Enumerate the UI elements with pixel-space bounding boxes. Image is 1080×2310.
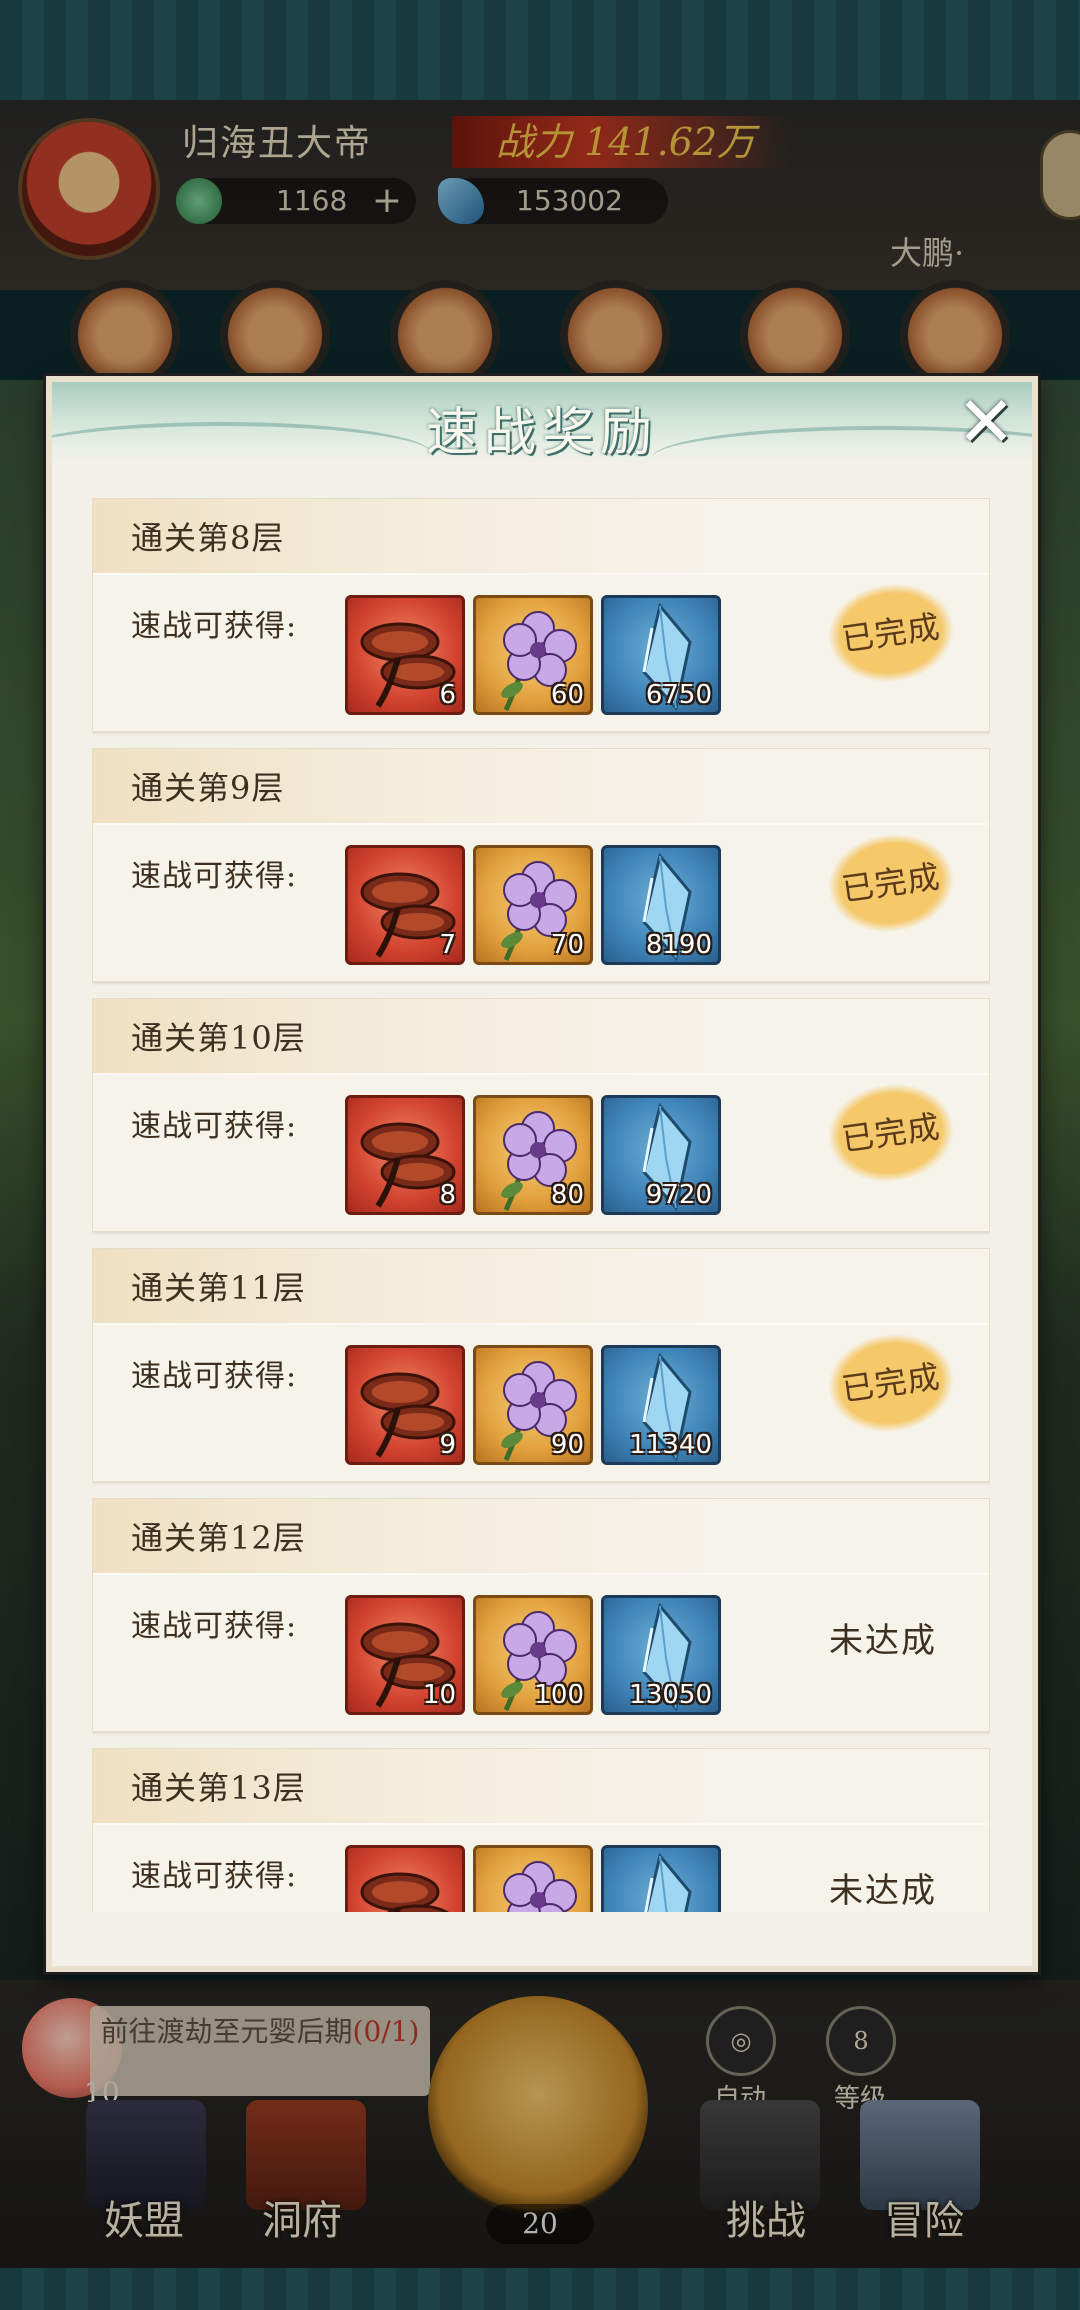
reward-row-header: 通关第9层 [93, 749, 989, 825]
reward-item-crystal[interactable]: 9720 [601, 1095, 721, 1215]
completion-status: 已完成 [822, 576, 960, 690]
reward-item-flower[interactable] [473, 1845, 593, 1912]
reward-item-flower[interactable]: 70 [473, 845, 593, 965]
item-count: 6750 [645, 680, 712, 710]
reward-label: 速战可获得: [131, 1609, 298, 1644]
completion-status: 未达成 [829, 1621, 937, 1661]
item-count: 100 [534, 1680, 584, 1710]
lingzhi-mushroom-icon [360, 1872, 449, 1912]
floor-title: 通关第9层 [131, 769, 285, 807]
reward-row-header: 通关第11层 [93, 1249, 989, 1325]
item-count: 10 [422, 1680, 456, 1710]
reward-label: 速战可获得: [131, 1359, 298, 1394]
completion-status: 已完成 [822, 1076, 960, 1190]
reward-item-flower[interactable]: 60 [473, 595, 593, 715]
reward-row: 通关第13层 速战可获得: 未达成 [92, 1748, 990, 1912]
reward-row: 通关第8层 速战可获得: 6 60 6750 已完成 [92, 498, 990, 732]
reward-list[interactable]: 通关第8层 速战可获得: 6 60 6750 已完成 通关第9层 速战可获得: … [92, 498, 990, 1912]
modal-header: 速战奖励 [52, 382, 1032, 462]
reward-row-header: 通关第12层 [93, 1499, 989, 1575]
speed-battle-reward-modal: 速战奖励 ✕ 通关第8层 速战可获得: 6 60 6750 已完成 通关第9层 … [46, 376, 1038, 1972]
close-x-icon[interactable]: ✕ [946, 382, 1026, 462]
reward-item-mushroom[interactable]: 8 [345, 1095, 465, 1215]
reward-item-crystal[interactable]: 11340 [601, 1345, 721, 1465]
reward-row: 通关第11层 速战可获得: 9 90 11340 已完成 [92, 1248, 990, 1482]
reward-item-crystal[interactable]: 13050 [601, 1595, 721, 1715]
reward-row-header: 通关第10层 [93, 999, 989, 1075]
reward-item-flower[interactable]: 100 [473, 1595, 593, 1715]
reward-row: 通关第9层 速战可获得: 7 70 8190 已完成 [92, 748, 990, 982]
reward-label: 速战可获得: [131, 1109, 298, 1144]
item-count: 8190 [645, 930, 712, 960]
reward-item-crystal[interactable]: 8190 [601, 845, 721, 965]
item-count: 9720 [645, 1180, 712, 1210]
completion-status: 未达成 [829, 1871, 937, 1911]
reward-item-flower[interactable]: 80 [473, 1095, 593, 1215]
modal-title: 速战奖励 [425, 403, 658, 462]
floor-title: 通关第13层 [131, 1769, 306, 1807]
reward-item-mushroom[interactable]: 9 [345, 1345, 465, 1465]
floor-title: 通关第10层 [131, 1019, 306, 1057]
reward-row: 通关第10层 速战可获得: 8 80 9720 已完成 [92, 998, 990, 1232]
floor-title: 通关第11层 [131, 1269, 306, 1307]
reward-row: 通关第12层 速战可获得: 10 100 13050 未达成 [92, 1498, 990, 1732]
item-count: 13050 [629, 1680, 712, 1710]
item-count: 11340 [629, 1430, 712, 1460]
reward-row-header: 通关第8层 [93, 499, 989, 575]
item-count: 6 [439, 680, 456, 710]
floor-title: 通关第8层 [131, 519, 285, 557]
item-count: 8 [439, 1180, 456, 1210]
reward-item-mushroom[interactable]: 6 [345, 595, 465, 715]
reward-item-flower[interactable]: 90 [473, 1345, 593, 1465]
reward-item-mushroom[interactable]: 7 [345, 845, 465, 965]
reward-item-mushroom[interactable]: 10 [345, 1595, 465, 1715]
completion-status: 已完成 [822, 1326, 960, 1440]
completion-status: 已完成 [822, 826, 960, 940]
item-count: 90 [550, 1430, 584, 1460]
floor-title: 通关第12层 [131, 1519, 306, 1557]
reward-item-crystal[interactable] [601, 1845, 721, 1912]
reward-label: 速战可获得: [131, 609, 298, 644]
reward-item-mushroom[interactable] [345, 1845, 465, 1912]
item-count: 80 [550, 1180, 584, 1210]
purple-flower-icon [503, 1861, 577, 1912]
item-count: 70 [550, 930, 584, 960]
bottom-pattern-strip [0, 2268, 1080, 2310]
reward-row-header: 通关第13层 [93, 1749, 989, 1825]
reward-label: 速战可获得: [131, 859, 298, 894]
reward-item-crystal[interactable]: 6750 [601, 595, 721, 715]
blue-crystal-icon [644, 1852, 692, 1912]
top-pattern-strip [0, 0, 1080, 100]
item-count: 7 [439, 930, 456, 960]
item-count: 9 [439, 1430, 456, 1460]
item-count: 60 [550, 680, 584, 710]
reward-label: 速战可获得: [131, 1859, 298, 1894]
